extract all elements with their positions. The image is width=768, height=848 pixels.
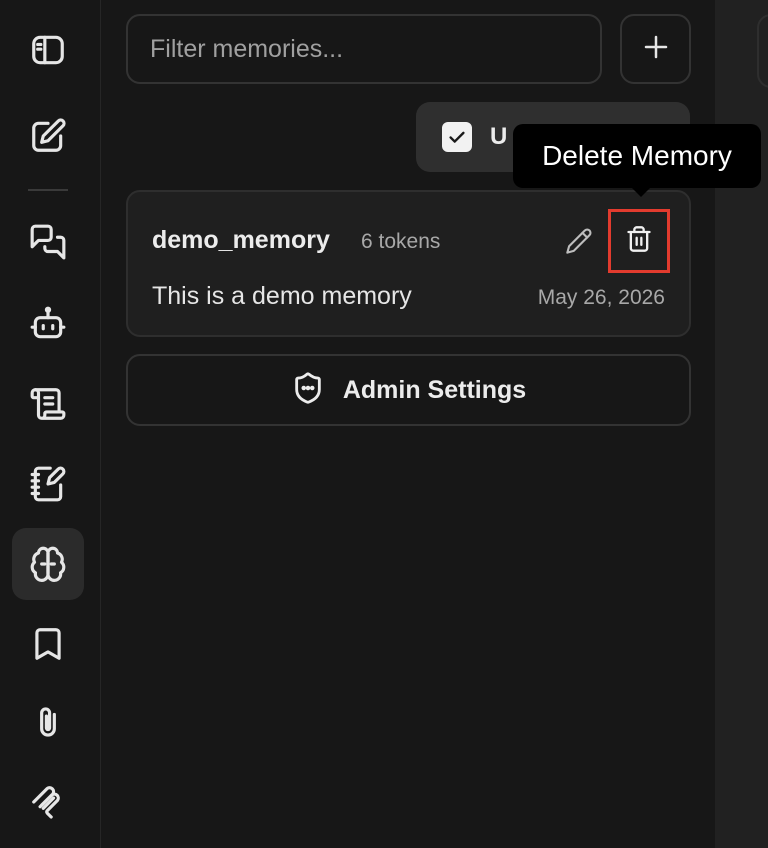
prompts-icon[interactable] (12, 368, 84, 440)
use-memory-label: U (490, 123, 508, 150)
admin-settings-button[interactable]: Admin Settings (126, 354, 691, 426)
memory-date: May 26, 2026 (537, 286, 665, 309)
pencil-icon (565, 227, 593, 260)
edit-memory-button[interactable] (562, 226, 596, 260)
icon-rail (0, 0, 101, 848)
shield-icon (291, 371, 325, 410)
delete-memory-button[interactable] (608, 209, 670, 273)
add-memory-button[interactable] (620, 14, 691, 84)
app-window: U Delete Memory demo_memory 6 tokens Thi… (0, 0, 768, 848)
memory-token-count: 6 tokens (361, 230, 441, 253)
admin-settings-label: Admin Settings (342, 375, 527, 404)
bookmark-icon[interactable] (12, 608, 84, 680)
mcp-icon[interactable] (12, 766, 84, 838)
memory-card: demo_memory 6 tokens This is a demo memo… (126, 190, 691, 337)
delete-memory-tooltip: Delete Memory (513, 124, 761, 197)
agents-icon[interactable] (12, 288, 84, 360)
rail-divider (28, 189, 68, 191)
use-memory-checkbox[interactable] (442, 122, 472, 152)
chat-area-frame (757, 14, 768, 88)
check-icon (449, 131, 465, 143)
trash-icon (625, 225, 653, 258)
memory-description: This is a demo memory (152, 282, 412, 310)
sidebar-toggle-icon[interactable] (12, 14, 84, 86)
memory-name: demo_memory (152, 226, 330, 254)
notebook-icon[interactable] (12, 448, 84, 520)
filter-memories-input[interactable] (128, 33, 600, 65)
new-chat-icon[interactable] (12, 100, 84, 172)
memories-icon[interactable] (12, 528, 84, 600)
chats-icon[interactable] (12, 206, 84, 278)
attachments-icon[interactable] (12, 688, 84, 760)
filter-memories-field (126, 14, 602, 84)
plus-icon (641, 32, 671, 67)
